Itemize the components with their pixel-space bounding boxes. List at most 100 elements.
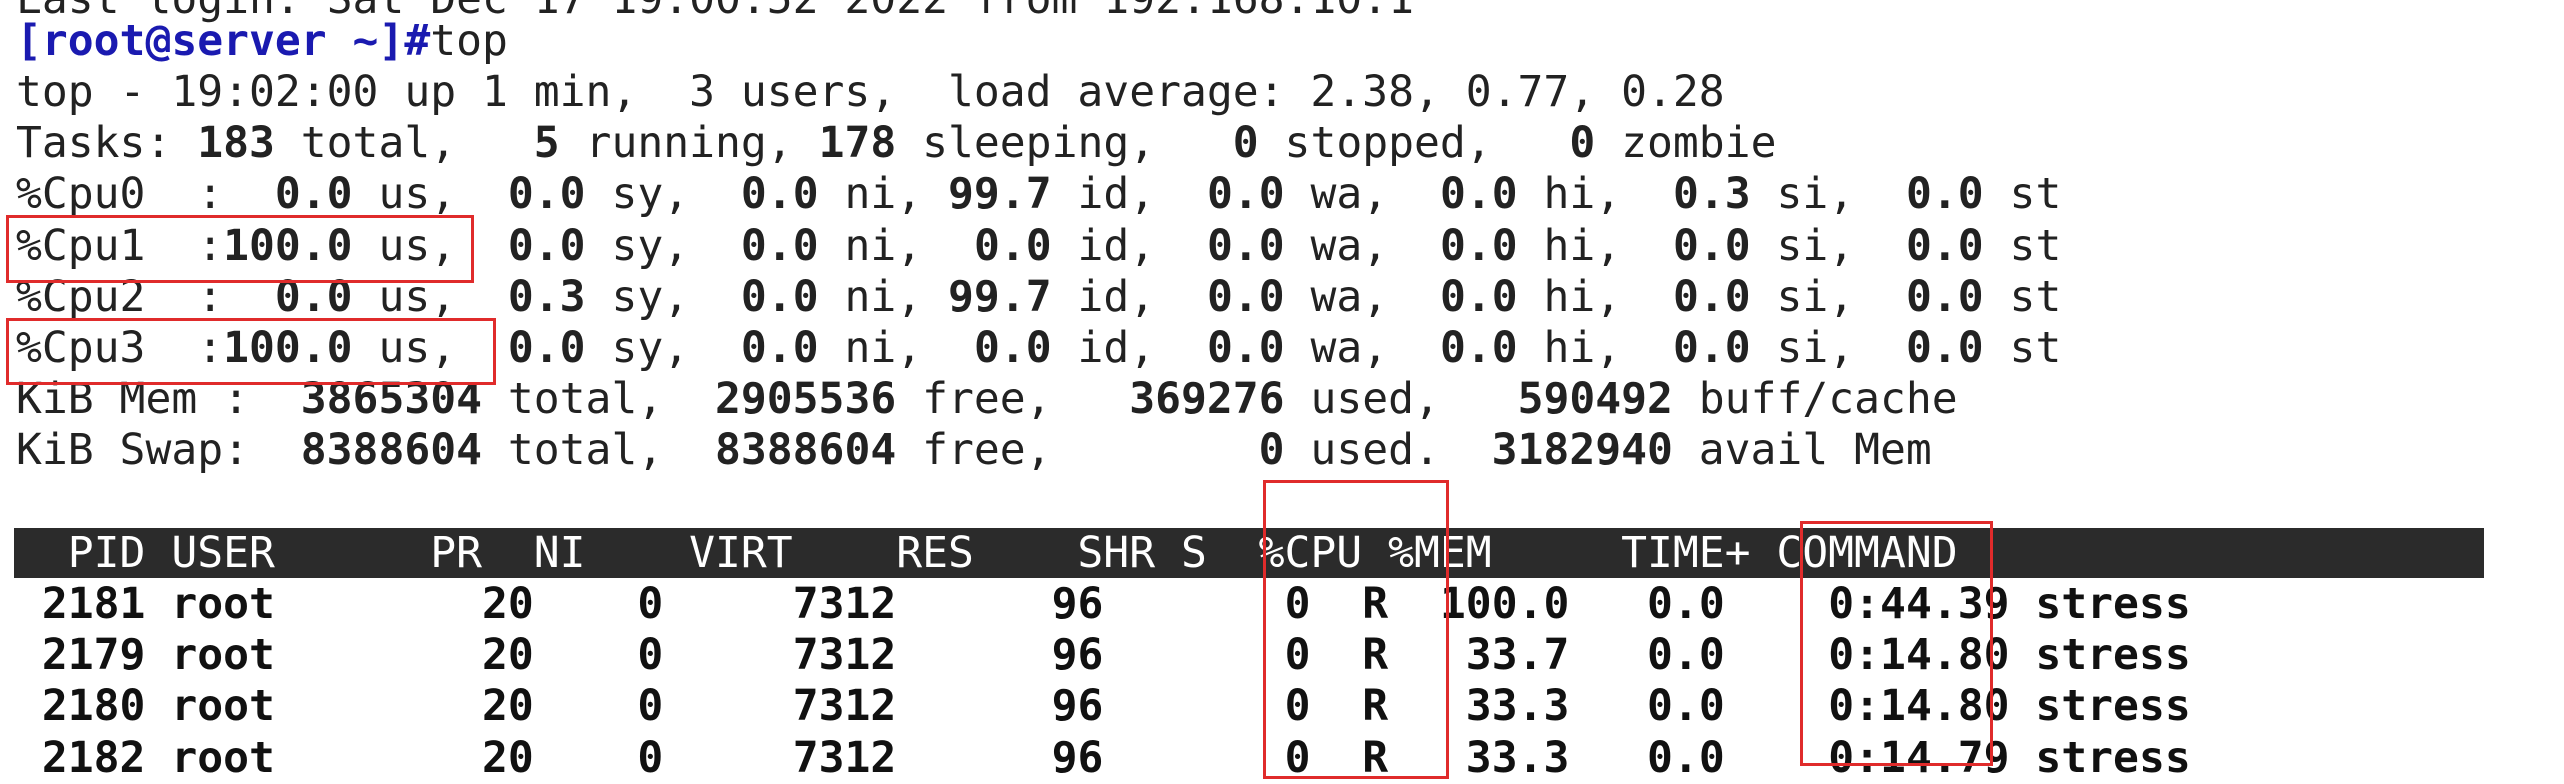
process-virt-cell: 7312: [689, 732, 897, 783]
command-prompt-line[interactable]: [root@server ~]#top: [16, 16, 508, 67]
process-command-cell: stress: [2035, 579, 2191, 629]
stat-value: 0.0: [1439, 169, 1518, 220]
stat-label: stopped,: [1258, 118, 1570, 169]
process-res-cell: 96: [922, 630, 1104, 681]
stat-label: id,: [1051, 323, 1207, 373]
process-command-cell: stress: [2035, 681, 2191, 732]
stat-value: 590492: [1517, 374, 1673, 425]
stat-value: 100.0: [223, 323, 353, 373]
stat-label: sy,: [585, 323, 741, 373]
stat-value: 369276: [1129, 374, 1285, 425]
stat-value: 0.0: [507, 323, 586, 373]
cpu3-line: %Cpu3 :100.0 us, 0.0 sy, 0.0 ni, 0.0 id,…: [16, 323, 2061, 374]
stat-label: us,: [352, 169, 508, 220]
stat-label: si,: [1750, 323, 1906, 373]
stat-value: 0.0: [1906, 323, 1984, 373]
stat-value: 0.0: [1672, 323, 1751, 373]
stat-label: wa,: [1284, 220, 1440, 271]
stat-label: used.: [1284, 425, 1492, 476]
stat-value: 0.0: [507, 169, 586, 220]
stat-label: %Cpu0 :: [16, 169, 275, 220]
stat-label: buff/cache: [1672, 374, 1958, 425]
process-row[interactable]: 2180 root 20 0 7312 96 0 R 33.3 0.0 0:14…: [16, 681, 2191, 732]
process-mem-cell: 0.0: [1595, 681, 1725, 732]
stat-label: total,: [482, 374, 715, 425]
stat-label: si,: [1750, 169, 1906, 220]
stat-label: us,: [352, 220, 508, 271]
stat-value: 0: [1569, 118, 1596, 169]
stat-value: 0.0: [1439, 271, 1518, 322]
stat-label: total,: [274, 118, 534, 169]
shell-prompt: [root@server ~]#: [16, 16, 431, 66]
stat-value: 0.0: [973, 220, 1052, 271]
stat-label: id,: [1051, 169, 1207, 220]
stat-label: st: [1983, 169, 2062, 220]
stat-value: 0.0: [973, 323, 1052, 373]
stat-value: 0.0: [740, 220, 819, 271]
swap-line: KiB Swap: 8388604 total, 8388604 free, 0…: [16, 425, 1932, 476]
summary-line: top - 19:02:00 up 1 min, 3 users, load a…: [16, 67, 1725, 118]
stat-label: free,: [896, 374, 1130, 425]
process-ni-cell: 0: [559, 630, 664, 681]
process-table-header: PID USER PR NI VIRT RES SHR S %CPU %MEM …: [16, 528, 1958, 578]
stat-value: 0.0: [1439, 323, 1518, 373]
process-s-cell: R: [1336, 630, 1389, 681]
stat-label: ni,: [818, 220, 974, 271]
cpu2-line: %Cpu2 : 0.0 us, 0.3 sy, 0.0 ni, 99.7 id,…: [16, 272, 2061, 323]
process-row[interactable]: 2182 root 20 0 7312 96 0 R 33.3 0.0 0:14…: [16, 733, 2191, 784]
process-row[interactable]: 2181 root 20 0 7312 96 0 R 100.0 0.0 0:4…: [16, 579, 2191, 630]
stat-label: used,: [1284, 374, 1518, 425]
stat-label: us,: [352, 271, 508, 322]
process-command-cell: stress: [2035, 732, 2191, 783]
stat-label: hi,: [1517, 220, 1673, 271]
stat-label: %Cpu1 :: [16, 220, 224, 271]
stat-label: hi,: [1517, 323, 1673, 373]
process-user-cell: root: [171, 630, 405, 681]
stat-label: si,: [1750, 271, 1906, 322]
process-pid-cell: 2182: [16, 732, 146, 783]
cpu1-line: %Cpu1 :100.0 us, 0.0 sy, 0.0 ni, 0.0 id,…: [16, 221, 2061, 272]
process-cpu-cell: 100.0: [1414, 579, 1570, 629]
stat-label: sy,: [585, 271, 741, 322]
stat-value: 99.7: [948, 169, 1052, 220]
stat-value: 100.0: [223, 220, 353, 271]
stat-value: 5: [533, 118, 560, 169]
cpu0-line: %Cpu0 : 0.0 us, 0.0 sy, 0.0 ni, 99.7 id,…: [16, 169, 2061, 220]
process-s-cell: R: [1336, 681, 1389, 732]
terminal-window: { "terminal": { "last_login": "Last logi…: [0, 0, 2564, 783]
process-pid-cell: 2180: [16, 681, 146, 732]
stat-value: 8388604: [300, 425, 482, 476]
process-virt-cell: 7312: [689, 630, 897, 681]
mem-line: KiB Mem : 3865304 total, 2905536 free, 3…: [16, 374, 1958, 425]
process-user-cell: root: [171, 579, 405, 629]
stat-value: 0.0: [1439, 220, 1518, 271]
stat-label: ni,: [818, 323, 974, 373]
stat-value: 8388604: [715, 425, 897, 476]
stat-value: 3865304: [300, 374, 482, 425]
stat-value: 0.0: [1672, 220, 1751, 271]
stat-value: 0.0: [274, 169, 353, 220]
stat-value: 0.0: [1206, 323, 1285, 373]
stat-label: ni,: [818, 271, 949, 322]
stat-value: 178: [818, 118, 897, 169]
process-res-cell: 96: [922, 732, 1104, 783]
process-row[interactable]: 2179 root 20 0 7312 96 0 R 33.7 0.0 0:14…: [16, 630, 2191, 681]
process-ni-cell: 0: [559, 732, 664, 783]
stat-value: 0.0: [1206, 169, 1285, 220]
stat-label: id,: [1051, 271, 1207, 322]
process-user-cell: root: [171, 681, 405, 732]
stat-label: avail Mem: [1672, 425, 1932, 476]
process-s-cell: R: [1336, 732, 1389, 783]
stat-label: hi,: [1517, 271, 1673, 322]
process-pr-cell: 20: [430, 630, 534, 681]
stat-value: 0.3: [507, 271, 586, 322]
stat-value: 0.0: [507, 220, 586, 271]
stat-label: st: [1983, 220, 2062, 271]
process-time-cell: 0:44.39: [1750, 579, 2010, 629]
stat-label: Tasks:: [16, 118, 198, 169]
process-shr-cell: 0: [1129, 732, 1311, 783]
stat-value: 0.0: [1206, 220, 1285, 271]
stat-label: %Cpu2 :: [16, 271, 275, 322]
stat-label: sy,: [585, 220, 741, 271]
stat-label: zombie: [1595, 118, 1777, 169]
